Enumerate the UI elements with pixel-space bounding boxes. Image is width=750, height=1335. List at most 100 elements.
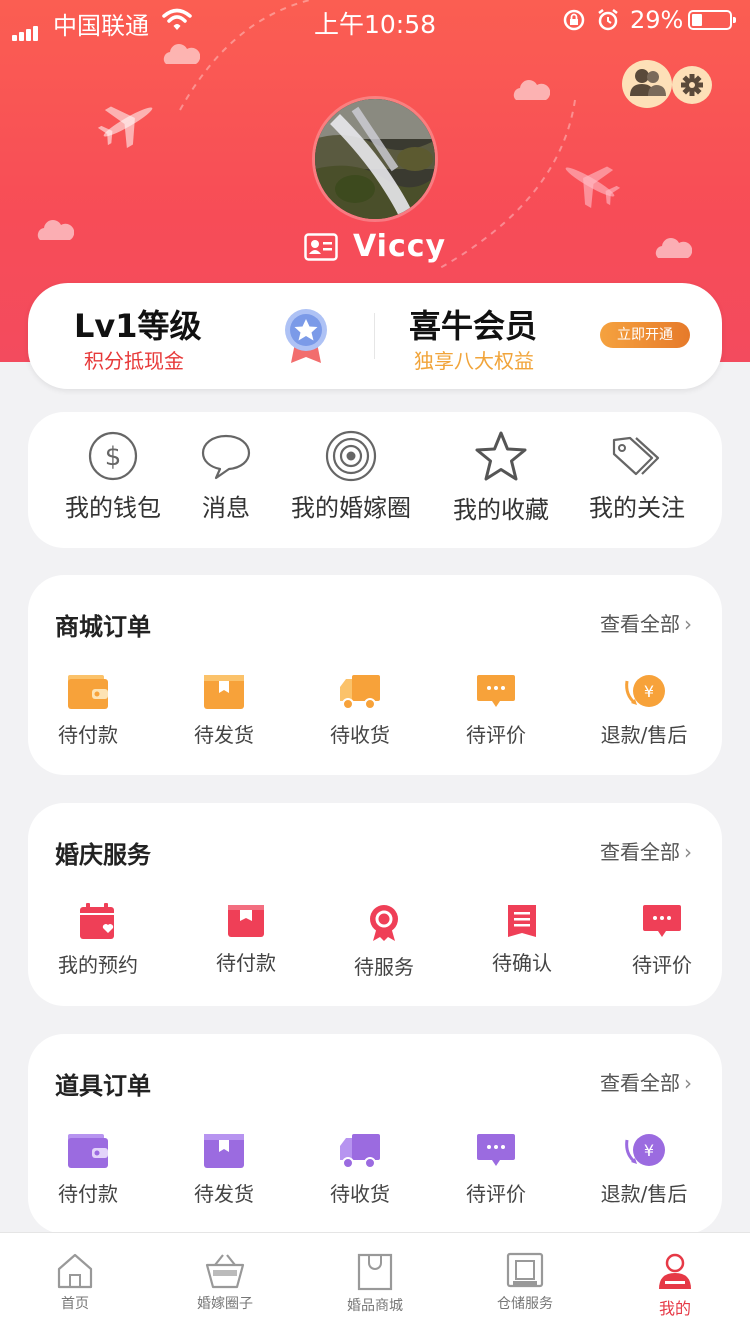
tab-label: 婚品商城 <box>347 1298 403 1314</box>
friends-icon <box>630 69 666 96</box>
quick-actions-card: $ 我的钱包 消息 我的婚嫁圈 我的收藏 我的关注 <box>28 412 722 548</box>
quick-item-circle[interactable]: 我的婚嫁圈 <box>286 430 416 523</box>
order-item-label: 退款/售后 <box>600 723 688 747</box>
truck-icon <box>340 675 380 710</box>
avatar[interactable] <box>312 96 438 222</box>
prop-item-pending-payment[interactable]: 待付款 <box>50 1132 126 1207</box>
order-item-pending-payment[interactable]: 待付款 <box>50 673 126 748</box>
battery-percent: 29% <box>630 6 684 34</box>
user-icon <box>659 1253 691 1289</box>
view-all-label: 查看全部 <box>600 1071 680 1095</box>
service-item-appointment[interactable]: 我的预约 <box>50 903 146 978</box>
medal-icon <box>285 309 327 363</box>
prop-item-label: 退款/售后 <box>600 1182 688 1206</box>
quick-item-label: 我的收藏 <box>453 496 549 524</box>
home-icon <box>57 1253 93 1289</box>
view-all-link[interactable]: 查看全部 › <box>600 608 692 637</box>
tab-me[interactable]: 我的 <box>600 1251 750 1319</box>
tags-icon <box>612 436 660 476</box>
settings-button[interactable] <box>672 66 712 104</box>
wedding-services-card: 婚庆服务 查看全部 › 我的预约 待付款 待服务 待确认 待评价 <box>28 803 722 1006</box>
section-title: 婚庆服务 <box>55 841 151 869</box>
svg-text:$: $ <box>105 442 122 472</box>
truck-icon <box>340 1134 380 1169</box>
airplane-icon <box>97 106 153 148</box>
level-membership-card: Lv1等级 积分抵现金 喜牛会员 独享八大权益 立即开通 <box>28 283 722 389</box>
service-item-pending-service[interactable]: 待服务 <box>346 903 422 980</box>
rosette-icon <box>370 905 398 941</box>
gear-icon <box>681 74 703 96</box>
comment-icon <box>477 675 515 707</box>
comment-icon <box>477 1134 515 1166</box>
tab-wedding-mall[interactable]: 婚品商城 <box>300 1251 450 1315</box>
level-subtitle: 积分抵现金 <box>84 349 184 373</box>
storage-icon <box>506 1252 544 1288</box>
document-icon <box>508 905 536 937</box>
vip-subtitle: 独享八大权益 <box>414 349 534 373</box>
order-item-pending-shipment[interactable]: 待发货 <box>186 673 262 748</box>
friends-button[interactable] <box>622 60 672 108</box>
quick-item-favorites[interactable]: 我的收藏 <box>446 430 556 525</box>
quick-item-label: 消息 <box>202 494 250 522</box>
refund-icon: ¥ <box>625 675 665 707</box>
prop-item-label: 待发货 <box>194 1182 254 1206</box>
star-icon <box>475 431 527 481</box>
quick-item-wallet[interactable]: $ 我的钱包 <box>60 430 166 523</box>
profile-name-row: Viccy <box>0 229 750 264</box>
tab-label: 我的 <box>658 1299 691 1318</box>
prop-orders-card: 道具订单 查看全部 › 待付款 待发货 待收货 待评价 ¥ 退款/售后 <box>28 1034 722 1234</box>
tab-storage[interactable]: 仓储服务 <box>450 1251 600 1313</box>
tab-label: 首页 <box>61 1296 89 1312</box>
quick-item-following[interactable]: 我的关注 <box>582 430 692 523</box>
quick-item-label: 我的婚嫁圈 <box>291 494 411 522</box>
tab-label: 仓储服务 <box>497 1296 553 1312</box>
quick-item-messages[interactable]: 消息 <box>186 430 266 523</box>
wallet-icon <box>68 675 108 709</box>
divider <box>374 313 375 359</box>
concentric-circles-icon <box>325 430 377 482</box>
battery-icon <box>688 10 736 30</box>
prop-item-label: 待收货 <box>330 1182 390 1206</box>
prop-item-refund[interactable]: ¥ 退款/售后 <box>596 1132 692 1207</box>
chevron-right-icon: › <box>684 1071 692 1095</box>
username[interactable]: Viccy <box>353 229 446 264</box>
service-item-label: 待服务 <box>354 955 414 979</box>
chevron-right-icon: › <box>684 840 692 864</box>
prop-item-pending-receipt[interactable]: 待收货 <box>322 1132 398 1207</box>
service-item-pending-confirm[interactable]: 待确认 <box>484 903 560 976</box>
order-item-label: 待收货 <box>330 723 390 747</box>
vip-title: 喜牛会员 <box>409 307 538 345</box>
tab-wedding-circle[interactable]: 婚嫁圈子 <box>150 1251 300 1313</box>
order-item-pending-receipt[interactable]: 待收货 <box>322 673 398 748</box>
prop-item-pending-shipment[interactable]: 待发货 <box>186 1132 262 1207</box>
view-all-link[interactable]: 查看全部 › <box>600 836 692 865</box>
comment-icon <box>643 905 681 937</box>
service-item-pending-payment[interactable]: 待付款 <box>208 903 284 976</box>
order-item-refund[interactable]: ¥ 退款/售后 <box>596 673 692 748</box>
mall-orders-card: 商城订单 查看全部 › 待付款 待发货 待收货 待评价 ¥ 退款/售后 <box>28 575 722 775</box>
order-item-label: 待付款 <box>58 723 118 747</box>
basket-icon <box>205 1254 245 1289</box>
view-all-label: 查看全部 <box>600 612 680 636</box>
order-item-label: 待发货 <box>194 723 254 747</box>
shopping-bag-icon <box>357 1253 393 1291</box>
level-title: Lv1等级 <box>74 307 202 345</box>
tab-label: 婚嫁圈子 <box>197 1296 253 1312</box>
service-item-label: 待评价 <box>632 953 692 977</box>
order-item-pending-review[interactable]: 待评价 <box>458 673 534 748</box>
tab-home[interactable]: 首页 <box>0 1251 150 1313</box>
section-title: 道具订单 <box>55 1072 151 1100</box>
prop-item-pending-review[interactable]: 待评价 <box>458 1132 534 1207</box>
order-item-label: 待评价 <box>466 723 526 747</box>
header-actions <box>622 60 714 108</box>
service-item-label: 我的预约 <box>58 953 138 977</box>
service-item-pending-review[interactable]: 待评价 <box>624 903 700 978</box>
airplane-icon <box>565 166 621 209</box>
open-vip-button[interactable]: 立即开通 <box>600 322 690 348</box>
wallet-icon <box>68 1134 108 1168</box>
box-icon <box>204 1134 244 1168</box>
chat-bubble-icon <box>201 434 251 480</box>
alarm-icon <box>598 9 618 31</box>
view-all-link[interactable]: 查看全部 › <box>600 1067 692 1096</box>
dollar-circle-icon: $ <box>88 431 138 481</box>
